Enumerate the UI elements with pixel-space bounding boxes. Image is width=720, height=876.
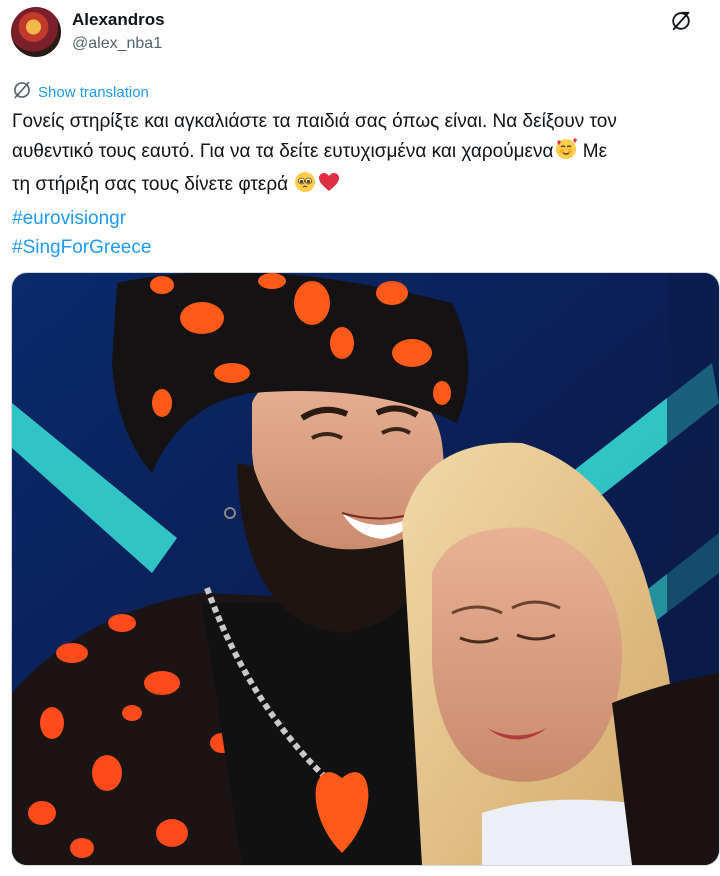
tweet-photo[interactable]: [11, 272, 720, 866]
tweet-line-1: Γονείς στηρίξτε και αγκαλιάστε τα παιδιά…: [12, 111, 617, 132]
pleading-face-icon: [293, 170, 317, 204]
tweet-line-2: αυθεντικό τους εαυτό. Για να τα δείτε ευ…: [12, 140, 554, 162]
hashtag-eurovisiongr[interactable]: #eurovisiongr: [12, 204, 712, 234]
show-translation-link[interactable]: Show translation: [12, 80, 149, 105]
no-translate-icon[interactable]: [668, 8, 694, 34]
author-name[interactable]: Alexandros: [72, 10, 165, 30]
show-translation-label: Show translation: [38, 84, 149, 101]
author-avatar[interactable]: [11, 7, 61, 57]
tweet-line-2-tail: Με: [577, 140, 608, 162]
hashtag-singforgreece[interactable]: #SingForGreece: [12, 233, 712, 263]
photo-illustration: [12, 273, 719, 865]
author-handle[interactable]: @alex_nba1: [72, 35, 162, 53]
tweet-line-3: τη στήριξη σας τους δίνετε φτερά: [12, 174, 294, 195]
globe-strike-icon: [12, 80, 32, 105]
tweet-text: Γονείς στηρίξτε και αγκαλιάστε τα παιδιά…: [12, 107, 712, 263]
smiling-face-hearts-icon: [554, 137, 578, 171]
red-heart-icon: [317, 170, 341, 204]
